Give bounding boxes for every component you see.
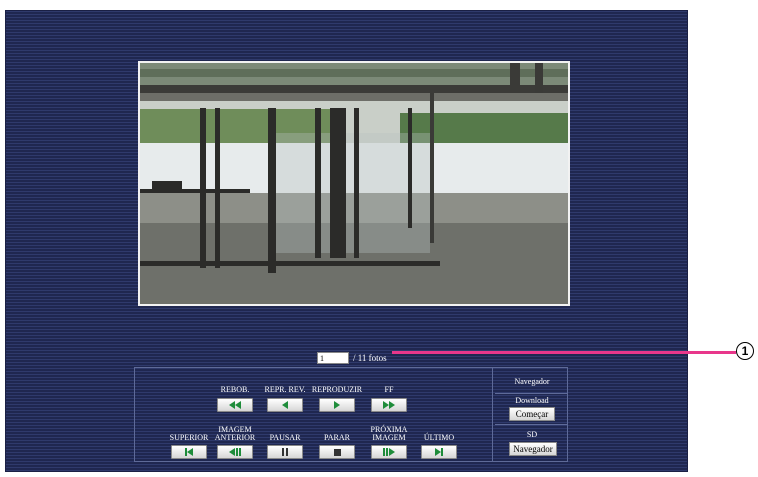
rewind-icon <box>229 401 241 409</box>
page-navigation: / 11 fotos <box>317 352 387 364</box>
next-frame-icon <box>383 448 395 456</box>
fast-forward-icon <box>383 401 395 409</box>
previous-frame-label: IMAGEM ANTERIOR <box>214 425 256 442</box>
callout-number: 1 <box>736 342 754 360</box>
viewer-panel: / 11 fotos REBOB. REPR. REV. REPRODUZIR … <box>5 10 688 472</box>
next-frame-button[interactable] <box>371 445 407 459</box>
navigator-title: Navegador <box>514 377 550 386</box>
next-frame-label: PRÓXIMA IMAGEM <box>370 425 408 442</box>
play-reverse-button[interactable] <box>267 398 303 412</box>
fast-forward-label: FF <box>384 385 394 394</box>
play-icon <box>334 401 340 409</box>
play-button[interactable] <box>319 398 355 412</box>
pause-label: PAUSAR <box>269 433 301 442</box>
stop-icon <box>333 448 341 456</box>
camera-image <box>138 61 570 306</box>
play-reverse-label: REPR. REV. <box>264 385 306 394</box>
skip-first-label: SUPERIOR <box>169 433 209 442</box>
skip-first-button[interactable] <box>171 445 207 459</box>
skip-last-button[interactable] <box>421 445 457 459</box>
page-number-input[interactable] <box>317 352 349 364</box>
play-reverse-icon <box>282 401 288 409</box>
skip-last-label: ÚLTIMO <box>423 433 455 442</box>
download-start-button[interactable]: Começar <box>509 407 555 421</box>
stop-label: PARAR <box>324 433 350 442</box>
skip-last-icon <box>435 448 443 456</box>
playback-controls: REBOB. REPR. REV. REPRODUZIR FF SUPERIOR… <box>134 367 568 462</box>
previous-frame-icon <box>229 448 241 456</box>
pause-button[interactable] <box>267 445 303 459</box>
page-total-label: / 11 fotos <box>353 353 387 363</box>
lobby-photo <box>140 63 568 304</box>
stop-button[interactable] <box>319 445 355 459</box>
callout-line <box>392 351 736 354</box>
navigator-separator <box>495 393 567 394</box>
previous-frame-button[interactable] <box>217 445 253 459</box>
sd-label: SD <box>526 430 538 439</box>
download-label: Download <box>515 396 549 405</box>
fast-forward-button[interactable] <box>371 398 407 412</box>
sd-navigator-button[interactable]: Navegador <box>509 442 557 456</box>
skip-first-icon <box>185 448 193 456</box>
pause-icon <box>282 448 288 456</box>
rewind-button[interactable] <box>217 398 253 412</box>
navigator-divider <box>492 368 493 461</box>
rewind-label: REBOB. <box>220 385 250 394</box>
play-label: REPRODUZIR <box>311 385 363 394</box>
navigator-separator-2 <box>495 424 567 425</box>
